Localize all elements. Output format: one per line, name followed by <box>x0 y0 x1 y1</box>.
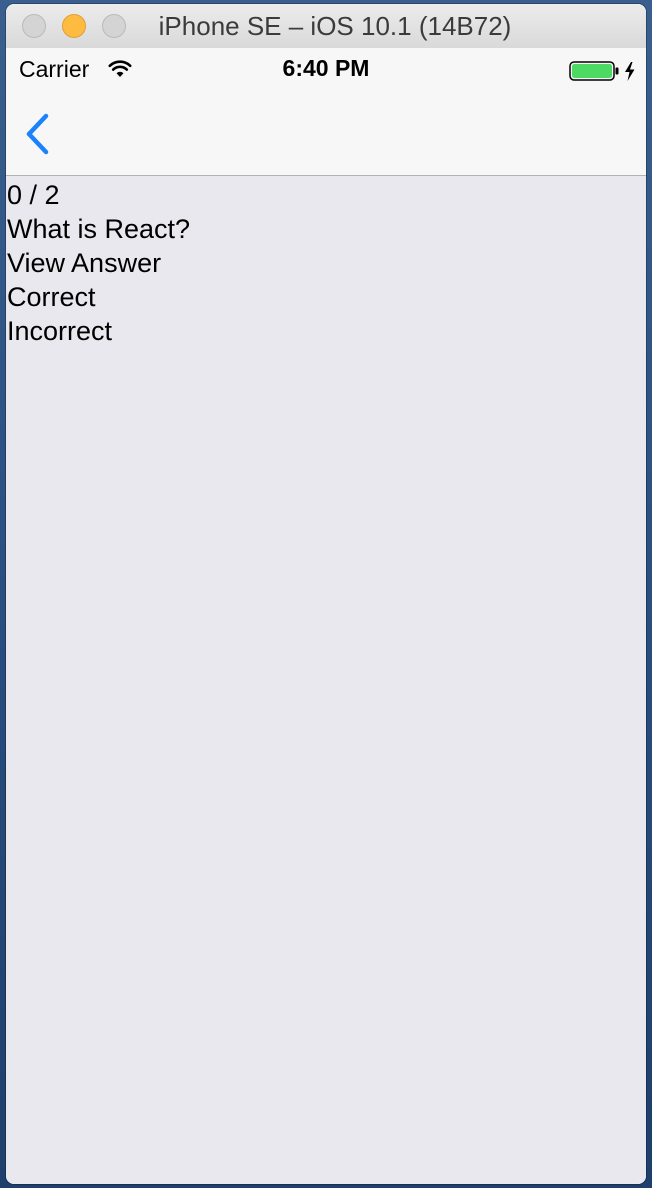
status-bar: Carrier 6:40 PM <box>6 48 646 90</box>
question-text: What is React? <box>7 214 191 244</box>
incorrect-button[interactable]: Incorrect <box>6 314 646 348</box>
back-button[interactable] <box>16 110 60 160</box>
navigation-bar <box>6 90 646 176</box>
chevron-left-icon <box>26 113 49 155</box>
window-title: iPhone SE – iOS 10.1 (14B72) <box>158 11 512 41</box>
correct-button[interactable]: Correct <box>6 280 646 314</box>
window-titlebar[interactable]: iPhone SE – iOS 10.1 (14B72) <box>6 4 646 49</box>
battery-charging-icon <box>569 61 641 83</box>
status-time: 6:40 PM <box>282 55 370 81</box>
quiz-screen: 0 / 2 What is React? View Answer Correct… <box>6 176 646 1184</box>
view-answer-button[interactable]: View Answer <box>6 246 646 280</box>
simulator-window: iPhone SE – iOS 10.1 (14B72) Carrier 6:4… <box>6 4 646 1184</box>
quiz-progress: 0 / 2 <box>7 180 60 210</box>
